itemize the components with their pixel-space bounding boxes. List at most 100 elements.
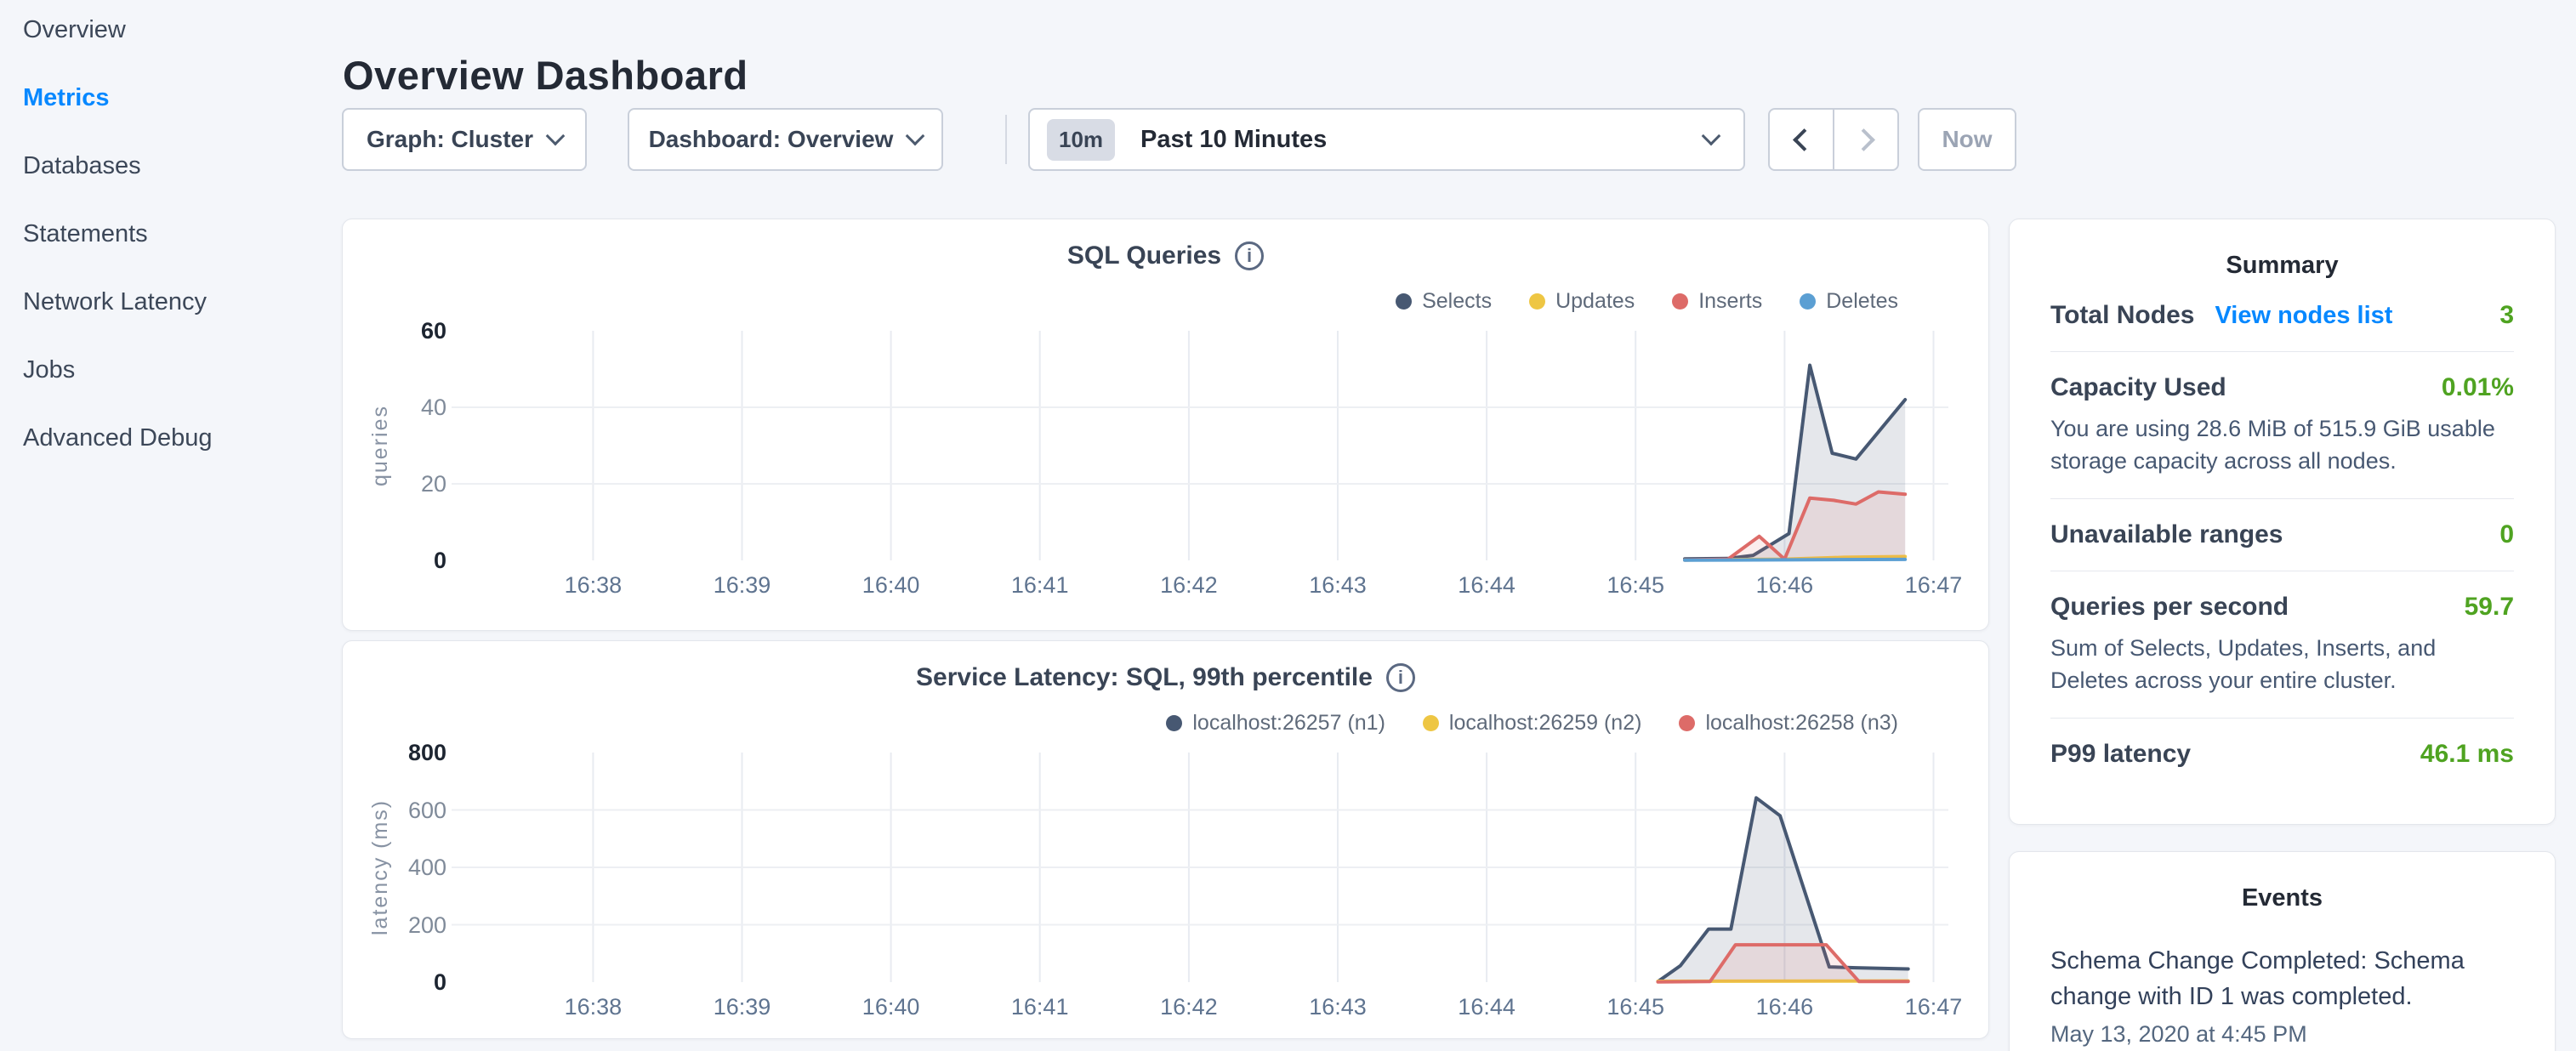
x-axis-ticks: 16:3816:3916:4016:4116:4216:4316:4416:45… <box>452 572 1948 601</box>
time-range-selector[interactable]: 10m Past 10 Minutes <box>1028 108 1745 171</box>
y-tick-label: 40 <box>343 394 446 421</box>
chart-title: Service Latency: SQL, 99th percentile <box>916 663 1373 692</box>
x-tick-label: 16:46 <box>1733 994 1835 1020</box>
time-range-badge: 10m <box>1047 119 1115 161</box>
summary-row-value: 3 <box>2499 301 2514 330</box>
summary-row-value: 0 <box>2499 520 2514 549</box>
y-tick-label: 0 <box>343 969 446 996</box>
summary-row-description: Sum of Selects, Updates, Inserts, and De… <box>2050 632 2514 696</box>
x-tick-label: 16:39 <box>691 572 793 599</box>
chevron-left-icon <box>1793 128 1816 151</box>
legend-dot <box>1396 293 1412 310</box>
page-title: Overview Dashboard <box>343 50 748 101</box>
events-body: Schema Change Completed: Schema change w… <box>2010 943 2555 1048</box>
summary-row-total-nodes: Total Nodes View nodes list 3 <box>2050 280 2514 351</box>
y-tick-label: 600 <box>343 797 446 824</box>
y-axis-ticks: 0200400600800 <box>343 753 446 982</box>
toolbar-divider <box>1005 115 1007 164</box>
x-tick-label: 16:42 <box>1138 572 1240 599</box>
legend-dot <box>1800 293 1816 310</box>
summary-row-label: Capacity Used <box>2050 373 2226 402</box>
summary-panel: Summary Total Nodes View nodes list 3 Ca… <box>2009 219 2556 825</box>
sql-queries-chart-card: SQL Queries SelectsUpdatesInsertsDeletes… <box>342 219 1989 631</box>
dashboard-dropdown[interactable]: Dashboard: Overview <box>628 108 943 171</box>
chart-plot-area[interactable] <box>452 753 1948 982</box>
summary-row-description: You are using 28.6 MiB of 515.9 GiB usab… <box>2050 412 2514 477</box>
x-tick-label: 16:39 <box>691 994 793 1020</box>
summary-row-value: 59.7 <box>2465 593 2514 622</box>
x-tick-label: 16:43 <box>1287 994 1389 1020</box>
legend-dot <box>1672 293 1688 310</box>
summary-body: Total Nodes View nodes list 3 Capacity U… <box>2010 280 2555 790</box>
summary-row-capacity-used: Capacity Used 0.01% You are using 28.6 M… <box>2050 352 2514 498</box>
toolbar: Graph: Cluster Dashboard: Overview 10m P… <box>342 108 2016 171</box>
chart-legend: localhost:26257 (n1) localhost:26259 (n2)… <box>1166 711 1898 736</box>
db-console-page: Overview Metrics Databases Statements Ne… <box>0 0 2576 1051</box>
graph-dropdown[interactable]: Graph: Cluster <box>342 108 587 171</box>
dashboard-dropdown-label: Dashboard: Overview <box>649 126 894 153</box>
sidebar-item-jobs[interactable]: Jobs <box>23 356 312 383</box>
graph-dropdown-label: Graph: Cluster <box>367 126 533 153</box>
chevron-down-icon <box>1702 127 1721 146</box>
chart-plot-area[interactable] <box>452 331 1948 560</box>
x-tick-label: 16:38 <box>542 994 644 1020</box>
event-message[interactable]: Schema Change Completed: Schema change w… <box>2050 943 2514 1014</box>
x-tick-label: 16:46 <box>1733 572 1835 599</box>
event-timestamp: May 13, 2020 at 4:45 PM <box>2050 1021 2514 1048</box>
chevron-right-icon <box>1852 128 1875 151</box>
sidebar-item-databases[interactable]: Databases <box>23 152 312 179</box>
sidebar-item-metrics[interactable]: Metrics <box>23 84 312 111</box>
legend-dot <box>1166 715 1182 731</box>
legend-dot <box>1529 293 1545 310</box>
x-tick-label: 16:44 <box>1436 572 1538 599</box>
y-tick-label: 60 <box>343 317 446 344</box>
x-tick-label: 16:47 <box>1883 994 1985 1020</box>
legend-dot <box>1423 715 1439 731</box>
sidebar-item-advanced-debug[interactable]: Advanced Debug <box>23 424 312 452</box>
time-range-label: Past 10 Minutes <box>1140 126 1704 154</box>
now-button-label: Now <box>1942 126 1992 153</box>
sidebar-item-statements[interactable]: Statements <box>23 220 312 247</box>
chart-legend: SelectsUpdatesInsertsDeletes <box>1396 289 1898 314</box>
y-tick-label: 20 <box>343 470 446 497</box>
y-axis-ticks: 0204060 <box>343 331 446 560</box>
y-tick-label: 0 <box>343 547 446 574</box>
chart-header: Service Latency: SQL, 99th percentile <box>343 663 1988 692</box>
summary-row-label: Unavailable ranges <box>2050 520 2283 549</box>
info-icon[interactable] <box>1235 241 1264 270</box>
summary-row-value: 0.01% <box>2442 373 2514 402</box>
summary-row-queries-per-second: Queries per second 59.7 Sum of Selects, … <box>2050 571 2514 718</box>
chart-header: SQL Queries <box>343 241 1988 270</box>
x-tick-label: 16:47 <box>1883 572 1985 599</box>
summary-title: Summary <box>2010 252 2555 280</box>
y-tick-label: 400 <box>343 854 446 881</box>
legend-item: Deletes <box>1800 289 1898 314</box>
summary-row-label: Queries per second <box>2050 593 2289 622</box>
sidebar-item-overview[interactable]: Overview <box>23 16 312 43</box>
info-icon[interactable] <box>1386 663 1415 692</box>
y-tick-label: 800 <box>343 739 446 766</box>
x-tick-label: 16:41 <box>989 572 1091 599</box>
summary-row-label: Total Nodes <box>2050 301 2194 330</box>
chevron-down-icon <box>546 127 566 146</box>
x-tick-label: 16:43 <box>1287 572 1389 599</box>
chart-title: SQL Queries <box>1067 241 1221 270</box>
time-step-forward-button[interactable] <box>1834 110 1897 169</box>
sidebar: Overview Metrics Databases Statements Ne… <box>23 16 312 492</box>
legend-item: localhost:26257 (n1) <box>1166 711 1385 736</box>
now-button[interactable]: Now <box>1918 108 2016 171</box>
x-tick-label: 16:42 <box>1138 994 1240 1020</box>
y-tick-label: 200 <box>343 912 446 939</box>
legend-item: Updates <box>1529 289 1635 314</box>
events-title: Events <box>2010 884 2555 912</box>
legend-item: Inserts <box>1672 289 1762 314</box>
time-step-back-button[interactable] <box>1770 110 1834 169</box>
view-nodes-list-link[interactable]: View nodes list <box>2215 302 2392 330</box>
x-tick-label: 16:38 <box>542 572 644 599</box>
x-tick-label: 16:45 <box>1584 572 1686 599</box>
events-panel: Events Schema Change Completed: Schema c… <box>2009 851 2556 1051</box>
legend-dot <box>1679 715 1695 731</box>
summary-row-p99-latency: P99 latency 46.1 ms <box>2050 719 2514 790</box>
sidebar-item-network-latency[interactable]: Network Latency <box>23 288 312 315</box>
legend-item: localhost:26259 (n2) <box>1423 711 1642 736</box>
